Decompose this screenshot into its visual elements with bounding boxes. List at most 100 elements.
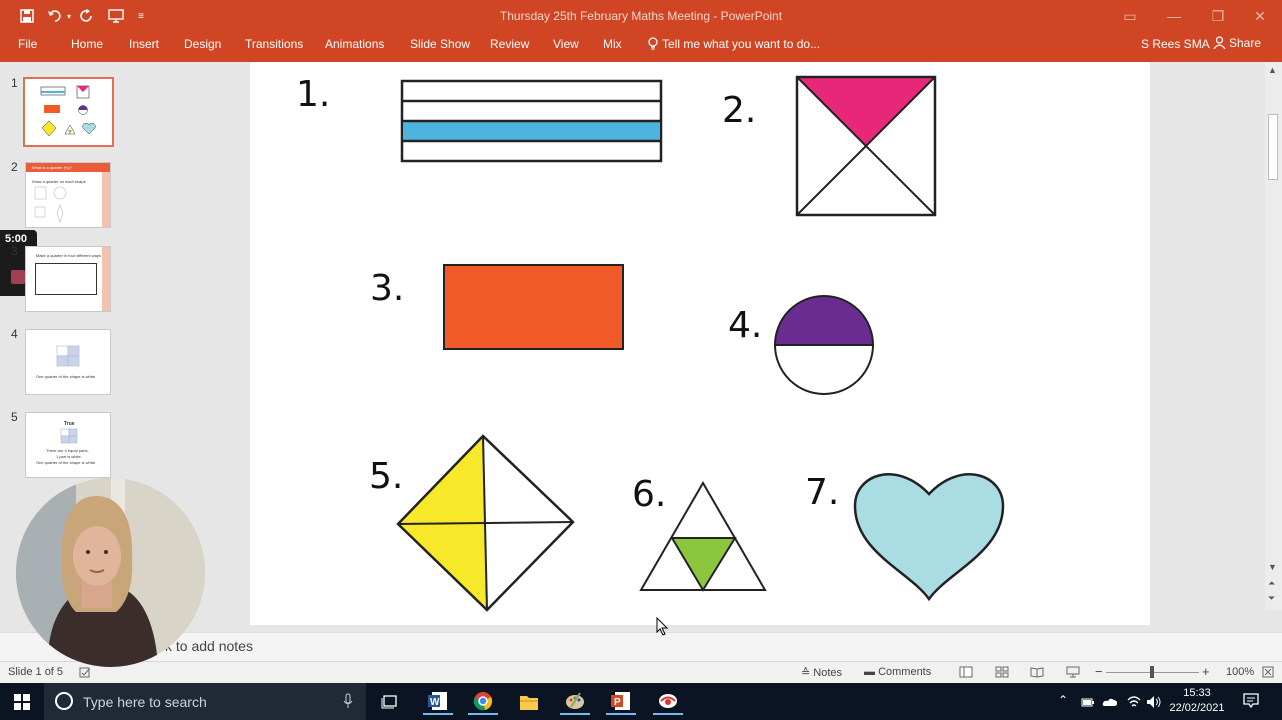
next-slide-icon[interactable]: ⏷ [1268, 593, 1275, 604]
normal-view-icon[interactable] [959, 666, 973, 681]
scroll-down-icon[interactable]: ▼ [1268, 562, 1277, 572]
lightbulb-icon [648, 37, 658, 50]
vertical-scrollbar[interactable]: ▲ ▼ ⏶ ⏷ [1265, 62, 1282, 610]
tab-home[interactable]: Home [71, 37, 103, 51]
user-name[interactable]: S Rees SMA [1141, 37, 1210, 51]
microphone-icon[interactable] [343, 693, 353, 709]
slide-thumbnail-1[interactable] [23, 77, 114, 147]
thumbnail-text: Draw a quarter on each shape [32, 179, 86, 184]
comment-icon: ▬ [864, 666, 879, 678]
battery-icon[interactable] [1081, 695, 1095, 709]
chrome-app-icon[interactable] [468, 688, 498, 715]
taskbar-clock[interactable]: 15:33 22/02/2021 [1163, 686, 1231, 716]
powerpoint-app-icon[interactable]: P [606, 688, 636, 715]
thumbnail-side-bar [102, 172, 110, 227]
mouse-cursor-icon [656, 617, 669, 636]
thumbnail-text: There are 4 equal parts. [46, 448, 89, 453]
tab-design[interactable]: Design [184, 37, 221, 51]
comments-label: Comments [878, 666, 932, 678]
shape-5-kite[interactable] [396, 434, 575, 612]
clock-date: 22/02/2021 [1169, 702, 1225, 714]
thumbnail-preview [56, 345, 80, 367]
share-button[interactable]: Share [1213, 36, 1261, 50]
file-explorer-icon[interactable] [514, 688, 544, 715]
thumbnail-text: Make a quarter in four different ways [36, 253, 101, 258]
shape-3-orange-rectangle[interactable] [443, 264, 624, 350]
minimize-icon[interactable]: — [1152, 4, 1196, 28]
slide-thumbnail-2[interactable]: What is a quarter (¼)? Draw a quarter on… [25, 162, 111, 228]
slide-sorter-icon[interactable] [995, 666, 1009, 681]
show-hidden-icons[interactable]: ⌃ [1058, 693, 1068, 707]
tab-file[interactable]: File [18, 37, 37, 51]
slide-canvas[interactable]: 1. 2. 3. 4. 5. 6. 7. [250, 62, 1150, 625]
scroll-thumb[interactable] [1268, 114, 1278, 180]
tab-review[interactable]: Review [490, 37, 529, 51]
paint-app-icon[interactable] [560, 688, 590, 715]
close-icon[interactable]: ✕ [1238, 4, 1282, 28]
shape-1-striped-rectangle[interactable] [400, 79, 663, 163]
slide-show-icon[interactable] [1066, 666, 1080, 681]
thumbnail-number: 1 [11, 76, 18, 90]
tab-mix[interactable]: Mix [603, 37, 622, 51]
notes-pane[interactable]: k to add notes [0, 632, 1282, 661]
share-label: Share [1229, 36, 1262, 50]
shape-6-triangle[interactable] [639, 481, 767, 592]
previous-slide-icon[interactable]: ⏶ [1268, 578, 1275, 589]
ribbon-tabs: File Home Insert Design Transitions Anim… [0, 32, 1282, 62]
recording-app-icon[interactable] [653, 688, 683, 715]
tab-view[interactable]: View [553, 37, 579, 51]
notification-center-icon[interactable] [1243, 693, 1259, 709]
shape-7-heart[interactable] [853, 473, 1005, 602]
shape-4-half-circle[interactable] [774, 295, 874, 395]
onedrive-icon[interactable] [1102, 696, 1118, 708]
notes-button[interactable]: ≙ Notes [801, 666, 842, 679]
thumbnail-number: 2 [11, 160, 18, 174]
taskbar-search-box[interactable]: Type here to search [44, 683, 366, 720]
clock-time: 15:33 [1183, 687, 1211, 699]
thumbnail-preview [40, 85, 96, 137]
volume-icon[interactable] [1146, 695, 1162, 709]
tab-animations[interactable]: Animations [325, 37, 384, 51]
tab-transitions[interactable]: Transitions [245, 37, 303, 51]
window-title: Thursday 25th February Maths Meeting - P… [499, 9, 783, 23]
fit-to-window-icon[interactable] [1262, 666, 1274, 681]
task-view-icon[interactable] [375, 688, 405, 715]
zoom-in-icon[interactable]: + [1202, 664, 1210, 679]
search-placeholder: Type here to search [83, 694, 207, 710]
webcam-overlay [16, 478, 205, 667]
notes-icon: ≙ [801, 667, 814, 679]
thumbnail-number: 3 [11, 244, 18, 258]
stop-icon[interactable] [11, 270, 25, 284]
tab-slide-show[interactable]: Slide Show [410, 37, 470, 51]
slide-thumbnail-3[interactable]: Make a quarter in four different ways [25, 246, 111, 312]
thumbnail-preview [34, 186, 67, 223]
word-app-icon[interactable]: W [423, 688, 453, 715]
windows-start-icon[interactable] [7, 688, 37, 715]
tab-insert[interactable]: Insert [129, 37, 159, 51]
slide-thumbnail-4[interactable]: One quarter of the shape is white. [25, 329, 111, 395]
thumbnail-text: One quarter of the shape is white. [36, 460, 97, 465]
thumbnail-text: 1 part is white. [56, 454, 82, 459]
accessibility-icon[interactable] [79, 666, 91, 681]
slide-thumbnail-5[interactable]: True There are 4 equal parts. 1 part is … [25, 412, 111, 478]
maximize-icon[interactable]: ❐ [1196, 4, 1240, 28]
tell-me-search[interactable]: Tell me what you want to do... [648, 37, 820, 51]
comments-button[interactable]: ▬ Comments [864, 666, 931, 678]
svg-text:W: W [430, 697, 440, 708]
status-bar: Slide 1 of 5 ≙ Notes ▬ Comments − + 100% [0, 661, 1282, 683]
notes-placeholder: k to add notes [165, 638, 253, 654]
reading-view-icon[interactable] [1030, 666, 1044, 681]
zoom-slider-thumb[interactable] [1150, 666, 1154, 678]
shape-2-square-quarters[interactable] [795, 75, 937, 217]
scroll-up-icon[interactable]: ▲ [1268, 65, 1277, 75]
ribbon-display-options-icon[interactable]: ▭ [1108, 4, 1152, 28]
zoom-level[interactable]: 100% [1226, 666, 1254, 678]
title-bar: ▾ ≡ Thursday 25th February Maths Meeting… [0, 0, 1282, 32]
thumbnail-number: 4 [11, 327, 18, 341]
wifi-icon[interactable] [1126, 695, 1142, 709]
thumbnail-text: What is a quarter (¼)? [32, 165, 72, 170]
tell-me-label: Tell me what you want to do... [662, 37, 821, 51]
notes-label: Notes [813, 667, 843, 679]
thumbnail-rectangle [35, 263, 97, 295]
zoom-out-icon[interactable]: − [1095, 664, 1103, 679]
